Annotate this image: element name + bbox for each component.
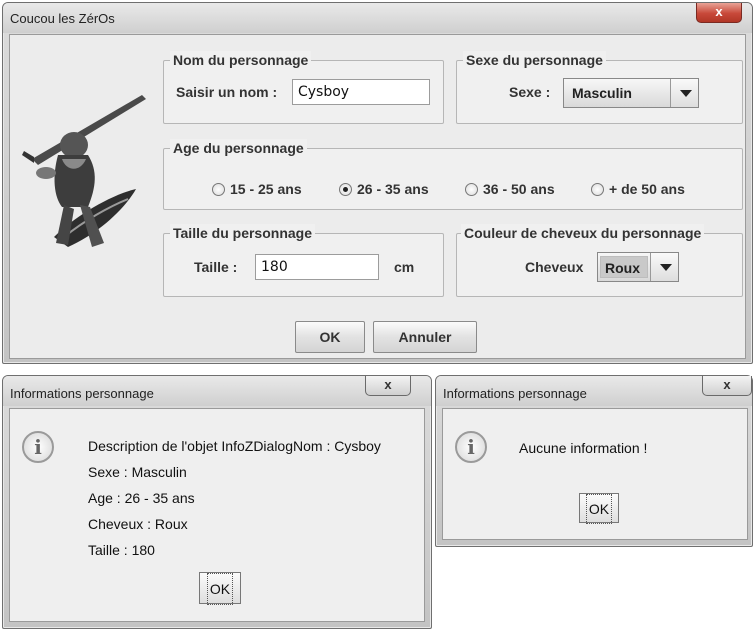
- info-dialog-body: i Description de l'objet InfoZDialogNom …: [9, 408, 425, 622]
- info-dialog-titlebar[interactable]: Informations personnage x: [3, 376, 431, 406]
- sex-group-legend: Sexe du personnage: [463, 51, 606, 69]
- empty-dialog-title: Informations personnage: [443, 386, 587, 401]
- radio-icon: [591, 182, 604, 196]
- info-icon: i: [22, 431, 54, 463]
- info-ok-label: OK: [206, 573, 234, 605]
- age-option-label: + de 50 ans: [609, 181, 685, 197]
- empty-dialog-titlebar[interactable]: Informations personnage x: [436, 376, 752, 406]
- age-radio-50-plus[interactable]: + de 50 ans: [591, 181, 685, 197]
- ok-button[interactable]: OK: [295, 321, 365, 353]
- size-group: Taille du personnage Taille : 180 cm: [163, 224, 444, 297]
- hair-group: Couleur de cheveux du personnage Cheveux…: [456, 224, 743, 297]
- info-line-size: Taille : 180: [88, 542, 155, 558]
- character-image: [22, 95, 146, 247]
- info-dialog: Informations personnage x i Description …: [2, 375, 432, 629]
- info-line-sex: Sexe : Masculin: [88, 464, 187, 480]
- sex-select-value: Masculin: [572, 85, 632, 101]
- main-window-title: Coucou les ZérOs: [10, 11, 115, 26]
- name-group-legend: Nom du personnage: [170, 51, 312, 69]
- empty-ok-button[interactable]: OK: [579, 493, 619, 524]
- age-group: Age du personnage 15 - 25 ans 26 - 35 an…: [163, 139, 743, 210]
- size-input[interactable]: 180: [255, 254, 379, 280]
- radio-icon: [465, 182, 478, 196]
- sex-group: Sexe du personnage Sexe : Masculin: [456, 51, 743, 124]
- empty-ok-label: OK: [585, 494, 613, 524]
- main-client-area: Nom du personnage Saisir un nom : Cysboy…: [9, 34, 746, 359]
- age-group-legend: Age du personnage: [170, 139, 307, 157]
- size-label: Taille :: [194, 259, 238, 275]
- age-option-label: 26 - 35 ans: [357, 181, 429, 197]
- main-close-button[interactable]: x: [696, 3, 742, 23]
- age-radio-26-35[interactable]: 26 - 35 ans: [339, 181, 429, 197]
- name-label: Saisir un nom :: [176, 84, 278, 100]
- main-window: Coucou les ZérOs x Nom du personnage Sai…: [2, 2, 753, 364]
- age-option-label: 15 - 25 ans: [230, 181, 302, 197]
- name-group: Nom du personnage Saisir un nom : Cysboy: [163, 51, 444, 124]
- sex-label: Sexe :: [509, 84, 551, 100]
- empty-dialog-body: i Aucune information ! OK: [442, 408, 748, 540]
- info-dialog-title: Informations personnage: [10, 386, 154, 401]
- name-input[interactable]: Cysboy: [292, 79, 430, 105]
- info-icon: i: [455, 431, 487, 463]
- main-titlebar[interactable]: Coucou les ZérOs x: [3, 3, 752, 33]
- hair-select-value: Roux: [600, 256, 648, 278]
- info-dialog-close-button[interactable]: x: [365, 376, 411, 396]
- size-group-legend: Taille du personnage: [170, 224, 315, 242]
- empty-dialog-message: Aucune information !: [519, 440, 648, 456]
- radio-icon: [212, 182, 225, 196]
- hair-group-legend: Couleur de cheveux du personnage: [461, 224, 705, 242]
- empty-dialog-close-button[interactable]: x: [702, 376, 752, 396]
- age-radio-15-25[interactable]: 15 - 25 ans: [212, 181, 302, 197]
- info-line-age: Age : 26 - 35 ans: [88, 490, 195, 506]
- info-line-description: Description de l'objet InfoZDialogNom : …: [88, 438, 381, 454]
- hair-label: Cheveux: [525, 259, 584, 275]
- cancel-button[interactable]: Annuler: [373, 321, 477, 353]
- info-line-hair: Cheveux : Roux: [88, 516, 188, 532]
- age-radio-36-50[interactable]: 36 - 50 ans: [465, 181, 555, 197]
- radio-checked-icon: [339, 182, 352, 196]
- hair-select[interactable]: Roux: [597, 252, 679, 282]
- chevron-down-icon[interactable]: [670, 79, 698, 107]
- chevron-down-icon[interactable]: [650, 253, 678, 281]
- size-unit: cm: [394, 259, 415, 275]
- info-ok-button[interactable]: OK: [199, 572, 241, 605]
- sex-select[interactable]: Masculin: [563, 78, 699, 108]
- empty-info-dialog: Informations personnage x i Aucune infor…: [435, 375, 753, 547]
- age-option-label: 36 - 50 ans: [483, 181, 555, 197]
